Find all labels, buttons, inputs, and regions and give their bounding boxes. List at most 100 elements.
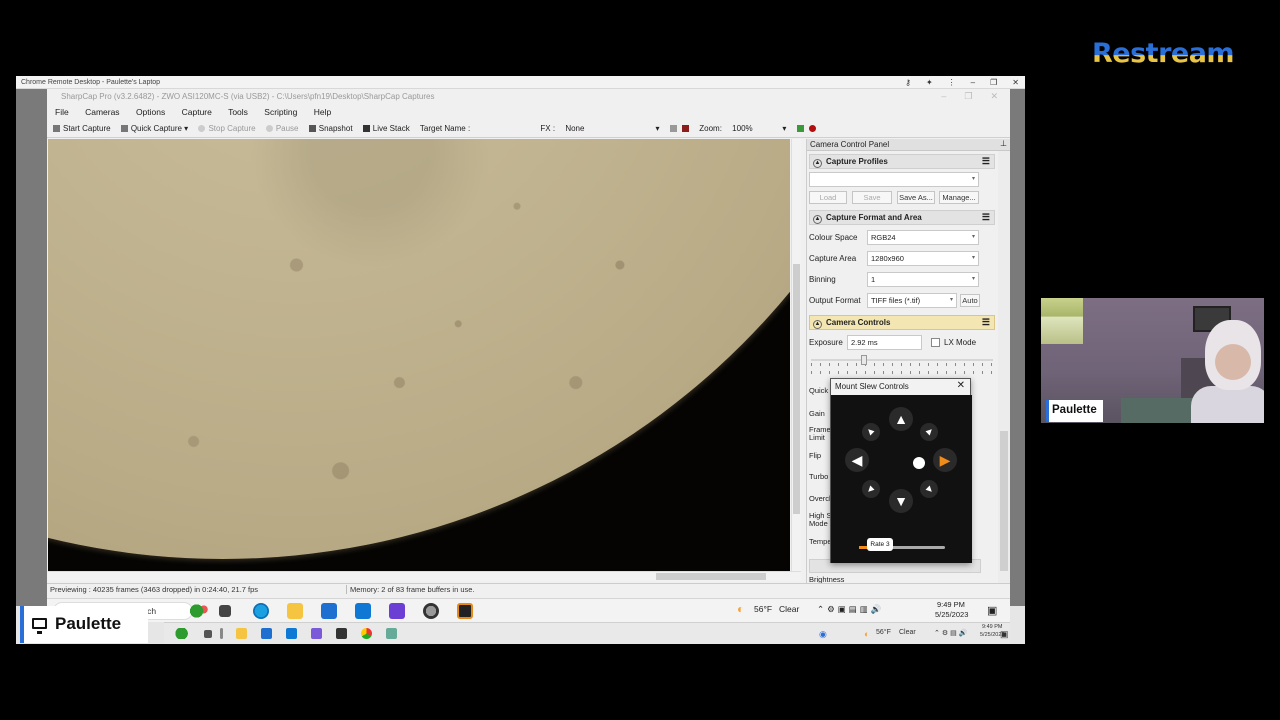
remote-desktop-icon[interactable] bbox=[386, 628, 397, 639]
slew-titlebar: Mount Slew Controls ✕ bbox=[831, 379, 970, 395]
system-tray-icons[interactable]: ⌃⚙▤🔊 bbox=[934, 629, 969, 637]
presenter-name: Paulette bbox=[55, 614, 122, 633]
notification-icon[interactable]: ▣ bbox=[1000, 629, 1009, 640]
pin-icon[interactable]: ⊥ bbox=[1000, 139, 1007, 148]
snapshot-button[interactable]: Snapshot bbox=[308, 124, 353, 133]
menu-cameras[interactable]: Cameras bbox=[85, 107, 119, 117]
dropdown-arrow-icon: ▾ bbox=[655, 124, 660, 133]
arrow-up-icon: ▲ bbox=[894, 411, 908, 427]
edge-icon[interactable] bbox=[253, 603, 269, 619]
remote-desktop-titlebar: Chrome Remote Desktop - Paulette's Lapto… bbox=[16, 76, 1025, 89]
capture-area-select[interactable]: 1280x960 ▾ bbox=[867, 251, 979, 266]
menu-options[interactable]: Options bbox=[136, 107, 165, 117]
slew-west-button[interactable]: ◀ bbox=[845, 448, 869, 472]
menu-icon[interactable]: ☰ bbox=[982, 317, 990, 328]
slew-northeast-button[interactable]: ▲ bbox=[916, 419, 942, 445]
slew-north-button[interactable]: ▲ bbox=[889, 407, 913, 431]
more-icon[interactable]: ⋮ bbox=[948, 78, 956, 87]
weather-temp: 56°F bbox=[876, 629, 891, 636]
menu-icon[interactable]: ☰ bbox=[982, 156, 990, 167]
histogram-icon[interactable] bbox=[796, 125, 804, 132]
store-icon[interactable] bbox=[321, 603, 337, 619]
zoom-select[interactable]: 100% bbox=[732, 124, 772, 133]
quick-capture-button[interactable]: Quick Capture ▾ bbox=[120, 124, 188, 133]
file-explorer-icon[interactable] bbox=[236, 628, 247, 639]
teams-icon[interactable] bbox=[311, 628, 322, 639]
restore-icon[interactable]: ❐ bbox=[964, 91, 972, 101]
save-as-button[interactable]: Save As... bbox=[897, 191, 935, 204]
menu-capture[interactable]: Capture bbox=[182, 107, 212, 117]
store-icon[interactable] bbox=[261, 628, 272, 639]
close-icon[interactable]: ✕ bbox=[1012, 78, 1019, 87]
restore-icon[interactable]: ❐ bbox=[990, 78, 997, 87]
preview-vertical-scrollbar[interactable] bbox=[791, 139, 801, 571]
menu-scripting[interactable]: Scripting bbox=[264, 107, 297, 117]
colour-space-select[interactable]: RGB24 ▾ bbox=[867, 230, 979, 245]
divider-icon bbox=[220, 628, 223, 639]
sharpcap-icon[interactable] bbox=[423, 603, 439, 619]
lx-mode-checkbox[interactable] bbox=[931, 338, 940, 347]
menu-tools[interactable]: Tools bbox=[228, 107, 248, 117]
slew-east-button[interactable]: ▶ bbox=[933, 448, 957, 472]
mail-icon[interactable] bbox=[286, 628, 297, 639]
chrome-icon[interactable] bbox=[361, 628, 372, 639]
preview-horizontal-scrollbar[interactable] bbox=[48, 571, 801, 581]
load-button[interactable]: Load bbox=[809, 191, 847, 204]
panel-scrollbar[interactable] bbox=[998, 151, 1010, 583]
auto-button[interactable]: Auto bbox=[960, 294, 980, 307]
app-icon[interactable] bbox=[389, 603, 405, 619]
system-tray-icons[interactable]: ⌃⚙▣▤▥🔊 bbox=[817, 604, 884, 615]
menu-help[interactable]: Help bbox=[314, 107, 331, 117]
slew-south-button[interactable]: ▼ bbox=[889, 489, 913, 513]
fx-select[interactable]: None bbox=[565, 124, 645, 133]
close-icon[interactable]: ✕ bbox=[957, 380, 965, 391]
chevron-up-icon: ▲ bbox=[813, 159, 822, 168]
widgets-icon[interactable] bbox=[172, 628, 196, 639]
task-view-icon[interactable] bbox=[219, 605, 231, 617]
start-capture-button[interactable]: Start Capture bbox=[53, 124, 111, 133]
help-icon[interactable]: ◉ bbox=[819, 629, 827, 640]
mail-icon[interactable] bbox=[355, 603, 371, 619]
capture-icon bbox=[120, 125, 128, 132]
binning-select[interactable]: 1 ▾ bbox=[867, 272, 979, 287]
notification-icon[interactable]: ▣ bbox=[987, 604, 997, 617]
live-stack-button[interactable]: Live Stack bbox=[362, 124, 410, 133]
capture-format-header[interactable]: ▲ Capture Format and Area ☰ bbox=[809, 210, 995, 225]
capture-profiles-header[interactable]: ▲ Capture Profiles ☰ bbox=[809, 154, 995, 169]
profile-select[interactable]: ▾ bbox=[809, 172, 979, 187]
widgets-icon[interactable] bbox=[187, 603, 211, 619]
camera-controls-header[interactable]: ▲ Camera Controls ☰ bbox=[809, 315, 995, 330]
minimize-icon[interactable]: – bbox=[971, 78, 975, 87]
manage-button[interactable]: Manage... bbox=[939, 191, 979, 204]
weather-condition: Clear bbox=[899, 629, 916, 636]
close-icon[interactable]: ✕ bbox=[990, 91, 998, 101]
slew-northwest-button[interactable]: ▲ bbox=[858, 419, 884, 445]
rate-slider-knob[interactable]: Rate 3 bbox=[867, 538, 893, 551]
slew-southeast-button[interactable]: ▲ bbox=[916, 476, 942, 502]
stellarium-icon[interactable] bbox=[457, 603, 473, 619]
app-icon[interactable] bbox=[336, 628, 347, 639]
pin-icon[interactable]: ✦ bbox=[926, 78, 933, 87]
output-format-select[interactable]: TIFF files (*.tif) ▾ bbox=[867, 293, 957, 308]
task-view-icon[interactable] bbox=[204, 630, 212, 638]
menu-file[interactable]: File bbox=[55, 107, 69, 117]
save-button[interactable]: Save bbox=[852, 191, 892, 204]
pause-button[interactable]: Pause bbox=[265, 124, 299, 133]
focus-icon[interactable] bbox=[808, 125, 816, 132]
minimize-icon[interactable]: – bbox=[941, 91, 946, 101]
display-icon[interactable] bbox=[669, 125, 677, 132]
camera-preview[interactable] bbox=[48, 139, 790, 571]
slew-southwest-button[interactable]: ▲ bbox=[858, 476, 884, 502]
file-explorer-icon[interactable] bbox=[287, 603, 303, 619]
menu-icon[interactable]: ☰ bbox=[982, 212, 990, 223]
exposure-input[interactable]: 2.92 ms bbox=[847, 335, 922, 350]
stop-capture-button[interactable]: Stop Capture bbox=[198, 124, 256, 133]
lx-mode-label: LX Mode bbox=[944, 338, 977, 347]
arrow-up-left-icon: ▲ bbox=[863, 424, 879, 440]
weather-icon: ◐ bbox=[864, 629, 870, 639]
arrow-right-icon: ▶ bbox=[939, 452, 951, 468]
key-icon[interactable]: ⚷ bbox=[905, 78, 911, 87]
slew-stop-button[interactable] bbox=[913, 457, 925, 469]
colour-icon[interactable] bbox=[682, 125, 690, 132]
exposure-slider[interactable] bbox=[811, 354, 993, 368]
